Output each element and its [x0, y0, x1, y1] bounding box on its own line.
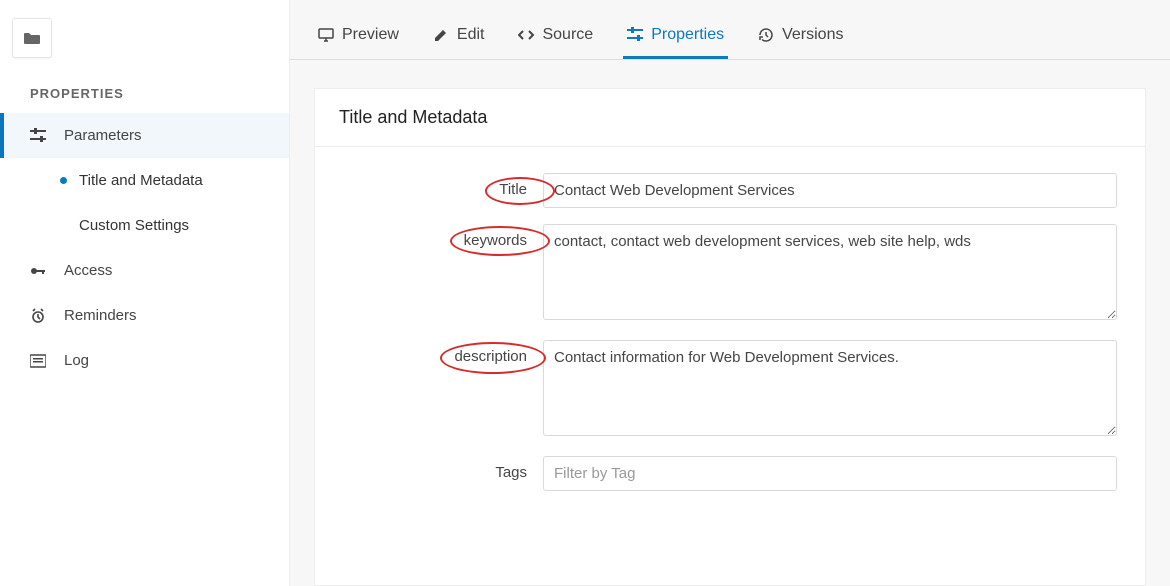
tab-properties[interactable]: Properties — [623, 12, 728, 59]
description-label: description — [454, 348, 527, 365]
pencil-icon — [433, 27, 449, 43]
metadata-form: Title keywords contact, contact web deve… — [315, 147, 1145, 517]
tab-label: Edit — [457, 26, 485, 44]
panel-heading: Title and Metadata — [315, 89, 1145, 147]
tab-label: Properties — [651, 26, 724, 44]
tab-edit[interactable]: Edit — [429, 12, 489, 59]
keywords-textarea[interactable]: contact, contact web development service… — [543, 224, 1117, 320]
tab-versions[interactable]: Versions — [754, 12, 847, 59]
sidebar-subitem-label: Title and Metadata — [79, 172, 203, 189]
list-icon — [30, 353, 46, 369]
sliders-icon — [30, 128, 46, 144]
properties-panel: Title and Metadata Title keywords — [314, 88, 1146, 586]
key-icon — [30, 263, 46, 279]
tabs: Preview Edit Source Properties Versions — [290, 0, 1170, 60]
sliders-icon — [627, 27, 643, 43]
code-icon — [518, 27, 534, 43]
sidebar-item-log[interactable]: Log — [0, 338, 289, 383]
sidebar-subitem-label: Custom Settings — [79, 217, 189, 234]
sidebar-item-label: Log — [64, 352, 89, 369]
tags-label: Tags — [495, 464, 527, 481]
tab-preview[interactable]: Preview — [314, 12, 403, 59]
folder-icon — [24, 32, 40, 44]
sidebar-item-reminders[interactable]: Reminders — [0, 293, 289, 338]
title-label: Title — [499, 181, 527, 198]
active-bullet-icon — [60, 177, 67, 184]
sidebar-item-parameters[interactable]: Parameters — [0, 113, 289, 158]
sidebar-item-label: Parameters — [64, 127, 142, 144]
history-icon — [758, 27, 774, 43]
bullet-icon — [60, 222, 67, 229]
tab-label: Versions — [782, 26, 843, 44]
tab-label: Preview — [342, 26, 399, 44]
keywords-label: keywords — [464, 232, 527, 249]
description-textarea[interactable]: Contact information for Web Development … — [543, 340, 1117, 436]
sidebar-item-access[interactable]: Access — [0, 248, 289, 293]
sidebar-item-label: Access — [64, 262, 112, 279]
sidebar: PROPERTIES Parameters Title and Metadata… — [0, 0, 290, 586]
sidebar-subitem-title-metadata[interactable]: Title and Metadata — [0, 158, 289, 203]
tags-input[interactable] — [543, 456, 1117, 491]
clock-icon — [30, 308, 46, 324]
sidebar-subitem-custom-settings[interactable]: Custom Settings — [0, 203, 289, 248]
main-panel: Preview Edit Source Properties Versions … — [290, 0, 1170, 586]
title-input[interactable] — [543, 173, 1117, 208]
folder-button[interactable] — [12, 18, 52, 58]
sidebar-section-header: PROPERTIES — [0, 58, 289, 113]
tab-label: Source — [542, 26, 593, 44]
sidebar-item-label: Reminders — [64, 307, 137, 324]
monitor-icon — [318, 27, 334, 43]
tab-source[interactable]: Source — [514, 12, 597, 59]
